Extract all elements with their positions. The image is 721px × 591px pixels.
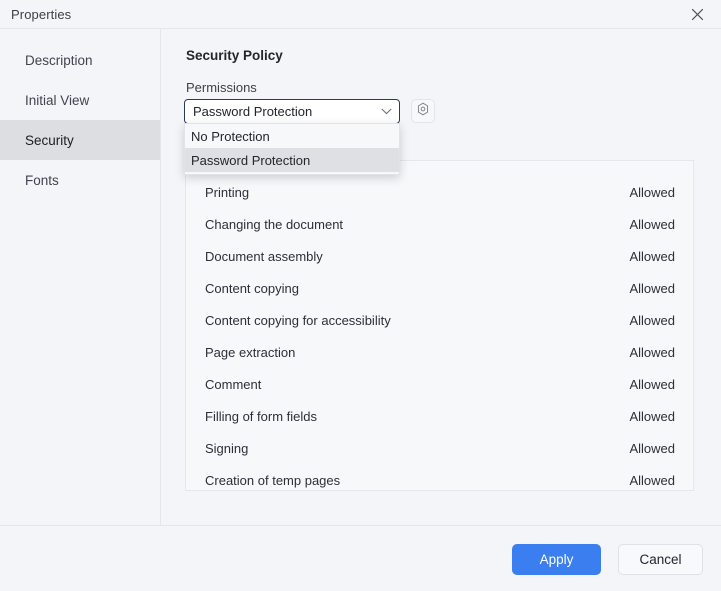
table-row: Page extraction Allowed — [186, 336, 693, 368]
sidebar-item-label: Fonts — [25, 172, 59, 188]
table-row: Printing Allowed — [186, 176, 693, 208]
sidebar-item-label: Initial View — [25, 92, 90, 108]
cancel-button[interactable]: Cancel — [618, 544, 703, 575]
permission-status: Allowed — [629, 248, 675, 264]
sidebar-item-initial-view[interactable]: Initial View — [0, 80, 160, 120]
permission-status: Allowed — [629, 312, 675, 328]
table-row: Filling of form fields Allowed — [186, 400, 693, 432]
dropdown-option-label: Password Protection — [191, 152, 311, 168]
permission-status: Allowed — [629, 408, 675, 424]
security-settings-button[interactable] — [411, 99, 435, 123]
permission-status: Allowed — [629, 280, 675, 296]
dropdown-option-label: No Protection — [191, 128, 270, 144]
dropdown-option-no-protection[interactable]: No Protection — [185, 124, 399, 148]
permission-status: Allowed — [629, 376, 675, 392]
window-title: Properties — [11, 7, 72, 22]
properties-dialog: Properties Description Initial View Secu… — [0, 0, 721, 591]
sidebar-item-label: Security — [25, 132, 74, 148]
permission-name: Comment — [205, 376, 262, 392]
sidebar-item-label: Description — [25, 52, 93, 68]
permission-name: Filling of form fields — [205, 408, 317, 424]
permission-status: Allowed — [629, 184, 675, 200]
close-icon — [691, 8, 704, 21]
permission-status: Allowed — [629, 472, 675, 488]
table-row: Content copying for accessibility Allowe… — [186, 304, 693, 336]
table-row: Comment Allowed — [186, 368, 693, 400]
dialog-footer: Apply Cancel — [0, 525, 721, 591]
table-row: Creation of temp pages Allowed — [186, 464, 693, 490]
sidebar: Description Initial View Security Fonts — [0, 29, 161, 525]
permission-name: Changing the document — [205, 216, 344, 232]
sidebar-item-description[interactable]: Description — [0, 40, 160, 80]
permission-name: Printing — [205, 184, 250, 200]
page-title: Security Policy — [186, 48, 283, 63]
permission-name: Content copying — [205, 280, 299, 296]
permission-name: Document assembly — [205, 248, 323, 264]
security-policy-selected-value: Password Protection — [193, 104, 313, 119]
sidebar-item-fonts[interactable]: Fonts — [0, 160, 160, 200]
table-row: Content copying Allowed — [186, 272, 693, 304]
sidebar-item-security[interactable]: Security — [0, 120, 160, 160]
content-pane: Security Policy Permissions Password Pro… — [162, 29, 721, 525]
permission-name: Signing — [205, 440, 249, 456]
permission-name: Page extraction — [205, 344, 296, 360]
permission-status: Allowed — [629, 216, 675, 232]
table-row: Signing Allowed — [186, 432, 693, 464]
security-policy-select[interactable]: Password Protection — [184, 99, 400, 124]
dropdown-option-password-protection[interactable]: Password Protection — [185, 148, 399, 172]
gear-icon — [416, 102, 430, 121]
security-policy-dropdown: No Protection Password Protection — [184, 123, 400, 175]
permission-status: Allowed — [629, 440, 675, 456]
table-row: Document assembly Allowed — [186, 240, 693, 272]
permission-name: Content copying for accessibility — [205, 312, 391, 328]
chevron-down-icon — [377, 108, 399, 115]
table-row: Changing the document Allowed — [186, 208, 693, 240]
close-button[interactable] — [675, 0, 719, 29]
permission-status: Allowed — [629, 344, 675, 360]
permissions-label: Permissions — [186, 80, 257, 95]
permission-name: Creation of temp pages — [205, 472, 341, 488]
apply-button[interactable]: Apply — [512, 544, 601, 575]
permissions-table: Printing Allowed Changing the document A… — [185, 160, 694, 491]
title-bar: Properties — [0, 0, 721, 29]
